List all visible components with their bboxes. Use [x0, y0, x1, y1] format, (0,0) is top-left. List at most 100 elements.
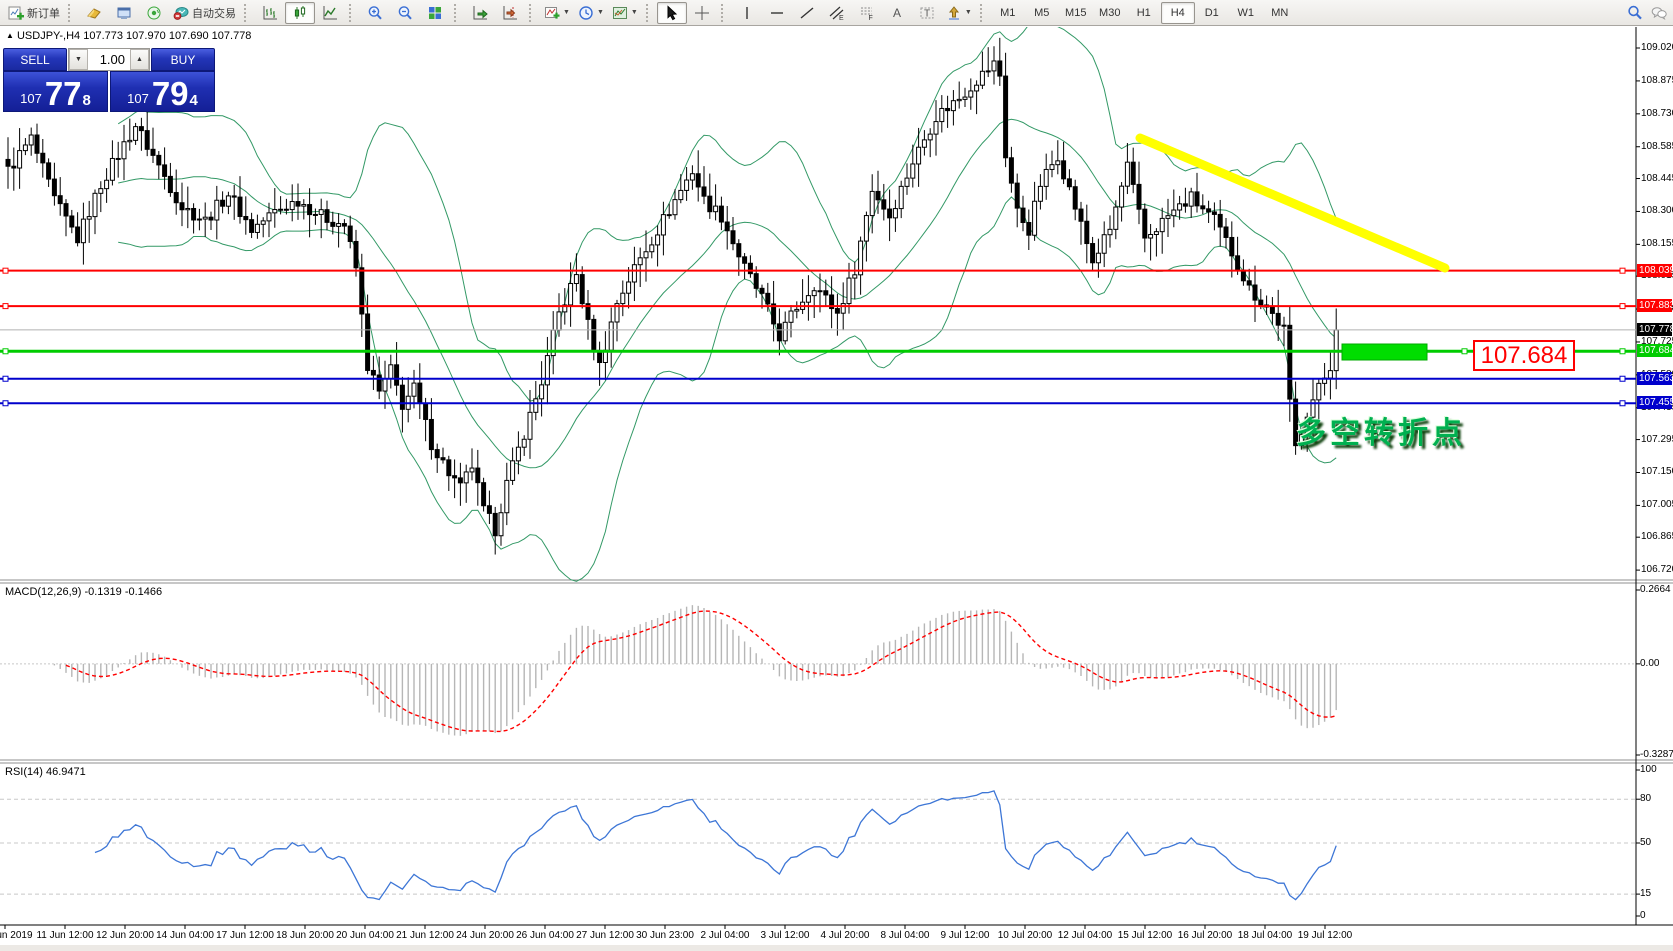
- price-axis-label: 108.300: [1641, 205, 1672, 216]
- chart-window: ▲ USDJPY-,H4 107.773 107.970 107.690 107…: [0, 27, 1673, 951]
- toolbar-grip: [529, 4, 536, 22]
- buy-button[interactable]: BUY: [151, 48, 215, 71]
- candlestick-chart-button[interactable]: [285, 2, 315, 24]
- templates-icon: [612, 5, 628, 21]
- toolbar-grip: [68, 4, 75, 22]
- sell-price-big: 77: [45, 79, 82, 109]
- price-callout-box[interactable]: 107.684: [1473, 340, 1575, 371]
- dropdown-caret: ▼: [965, 9, 972, 16]
- line-chart-icon: [322, 5, 338, 21]
- channel-icon: E: [829, 5, 845, 21]
- timeframe-m30[interactable]: M30: [1093, 2, 1127, 24]
- volume-decrease-button[interactable]: ▼: [69, 49, 88, 70]
- svg-text:F: F: [868, 15, 872, 21]
- time-axis-label: 30 Jun 23:00: [636, 930, 694, 941]
- crosshair-button[interactable]: [687, 2, 717, 24]
- toolbar-grip: [980, 4, 987, 22]
- bar-chart-icon: [262, 5, 278, 21]
- timeframe-group: M1M5M15M30H1H4D1W1MN: [991, 2, 1297, 24]
- search-icon[interactable]: [1627, 5, 1643, 21]
- macd-axis-label: 0.00: [1640, 658, 1659, 669]
- auto-trading-button[interactable]: 自动交易: [169, 2, 240, 24]
- timeframe-h4[interactable]: H4: [1161, 2, 1195, 24]
- sell-button[interactable]: SELL: [3, 48, 67, 71]
- timeframe-d1[interactable]: D1: [1195, 2, 1229, 24]
- horizontal-line-button[interactable]: [762, 2, 792, 24]
- rsi-axis-label: 15: [1640, 888, 1651, 899]
- macd-label: MACD(12,26,9) -0.1319 -0.1466: [5, 586, 162, 598]
- time-axis-label: 12 Jul 04:00: [1058, 930, 1113, 941]
- templates-button[interactable]: ▼: [608, 2, 642, 24]
- arrows-button[interactable]: ▼: [942, 2, 976, 24]
- time-axis-label: 4 Jul 20:00: [821, 930, 870, 941]
- svg-text:T: T: [924, 8, 930, 19]
- market-watch-button[interactable]: [79, 2, 109, 24]
- price-tag-108.039: 108.039: [1637, 264, 1672, 277]
- zoom-out-button[interactable]: [390, 2, 420, 24]
- time-axis-label: 27 Jun 12:00: [576, 930, 634, 941]
- indicators-button[interactable]: ▼: [540, 2, 574, 24]
- vertical-line-icon: [739, 5, 755, 21]
- rsi-axis-label: 100: [1640, 764, 1657, 775]
- time-axis-label: 17 Jun 12:00: [216, 930, 274, 941]
- price-axis-label: 109.020: [1641, 42, 1672, 53]
- line-chart-button[interactable]: [315, 2, 345, 24]
- text-label-button[interactable]: T: [912, 2, 942, 24]
- timeframe-m15[interactable]: M15: [1059, 2, 1093, 24]
- rsi-label: RSI(14) 46.9471: [5, 766, 86, 778]
- channel-button[interactable]: E: [822, 2, 852, 24]
- volume-box: ▼ 1.00 ▲: [68, 48, 150, 71]
- bar-chart-button[interactable]: [255, 2, 285, 24]
- chart-shift-button[interactable]: [495, 2, 525, 24]
- annotation-text[interactable]: 多空转折点: [1296, 408, 1466, 452]
- collapse-triangle-icon[interactable]: ▲: [6, 31, 14, 40]
- data-window-button[interactable]: [109, 2, 139, 24]
- buy-price-big: 79: [152, 79, 189, 109]
- timeframe-m1[interactable]: M1: [991, 2, 1025, 24]
- sell-price-button[interactable]: 107778: [3, 71, 108, 112]
- rsi-axis-label: 0: [1640, 910, 1646, 921]
- navigator-button[interactable]: [139, 2, 169, 24]
- volume-input[interactable]: 1.00: [88, 49, 130, 70]
- svg-text:E: E: [839, 15, 844, 21]
- rsi-axis-label: 50: [1640, 837, 1651, 848]
- zoom-out-icon: [397, 5, 413, 21]
- time-axis-label: 21 Jun 12:00: [396, 930, 454, 941]
- sell-price-sup: 8: [83, 92, 91, 109]
- price-axis-label: 106.865: [1641, 531, 1672, 542]
- new-order-button[interactable]: 新订单: [4, 2, 64, 24]
- cursor-button[interactable]: [657, 2, 687, 24]
- chat-icon[interactable]: [1651, 5, 1667, 21]
- volume-increase-button[interactable]: ▲: [130, 49, 149, 70]
- tile-windows-button[interactable]: [420, 2, 450, 24]
- new-order-label: 新订单: [27, 5, 60, 21]
- toolbar-grip: [454, 4, 461, 22]
- zoom-in-button[interactable]: [360, 2, 390, 24]
- time-axis-label: 16 Jul 20:00: [1178, 930, 1233, 941]
- market-watch-icon: [86, 5, 102, 21]
- price-tag-current: 107.778: [1637, 323, 1672, 336]
- text-button[interactable]: A: [882, 2, 912, 24]
- timeframe-h1[interactable]: H1: [1127, 2, 1161, 24]
- auto-scroll-button[interactable]: [465, 2, 495, 24]
- time-axis-label: 10 Jun 2019: [0, 930, 33, 941]
- time-axis-label: 20 Jun 04:00: [336, 930, 394, 941]
- price-axis-label: 107.005: [1641, 499, 1672, 510]
- fibonacci-button[interactable]: F: [852, 2, 882, 24]
- symbol-ohlc-text: USDJPY-,H4 107.773 107.970 107.690 107.7…: [17, 30, 251, 42]
- timeframe-mn[interactable]: MN: [1263, 2, 1297, 24]
- vertical-line-button[interactable]: [732, 2, 762, 24]
- navigator-icon: [146, 5, 162, 21]
- periods-button[interactable]: ▼: [574, 2, 608, 24]
- one-click-trading-panel: SELL ▼ 1.00 ▲ BUY 107778 107794: [3, 48, 215, 112]
- trendline-button[interactable]: [792, 2, 822, 24]
- timeframe-w1[interactable]: W1: [1229, 2, 1263, 24]
- buy-price-button[interactable]: 107794: [110, 71, 215, 112]
- trendline-icon: [799, 5, 815, 21]
- buy-price-sup: 4: [190, 92, 198, 109]
- crosshair-icon: [694, 5, 710, 21]
- timeframe-m5[interactable]: M5: [1025, 2, 1059, 24]
- horizontal-line-icon: [769, 5, 785, 21]
- chart-canvas[interactable]: [0, 27, 1673, 951]
- auto-scroll-icon: [472, 5, 488, 21]
